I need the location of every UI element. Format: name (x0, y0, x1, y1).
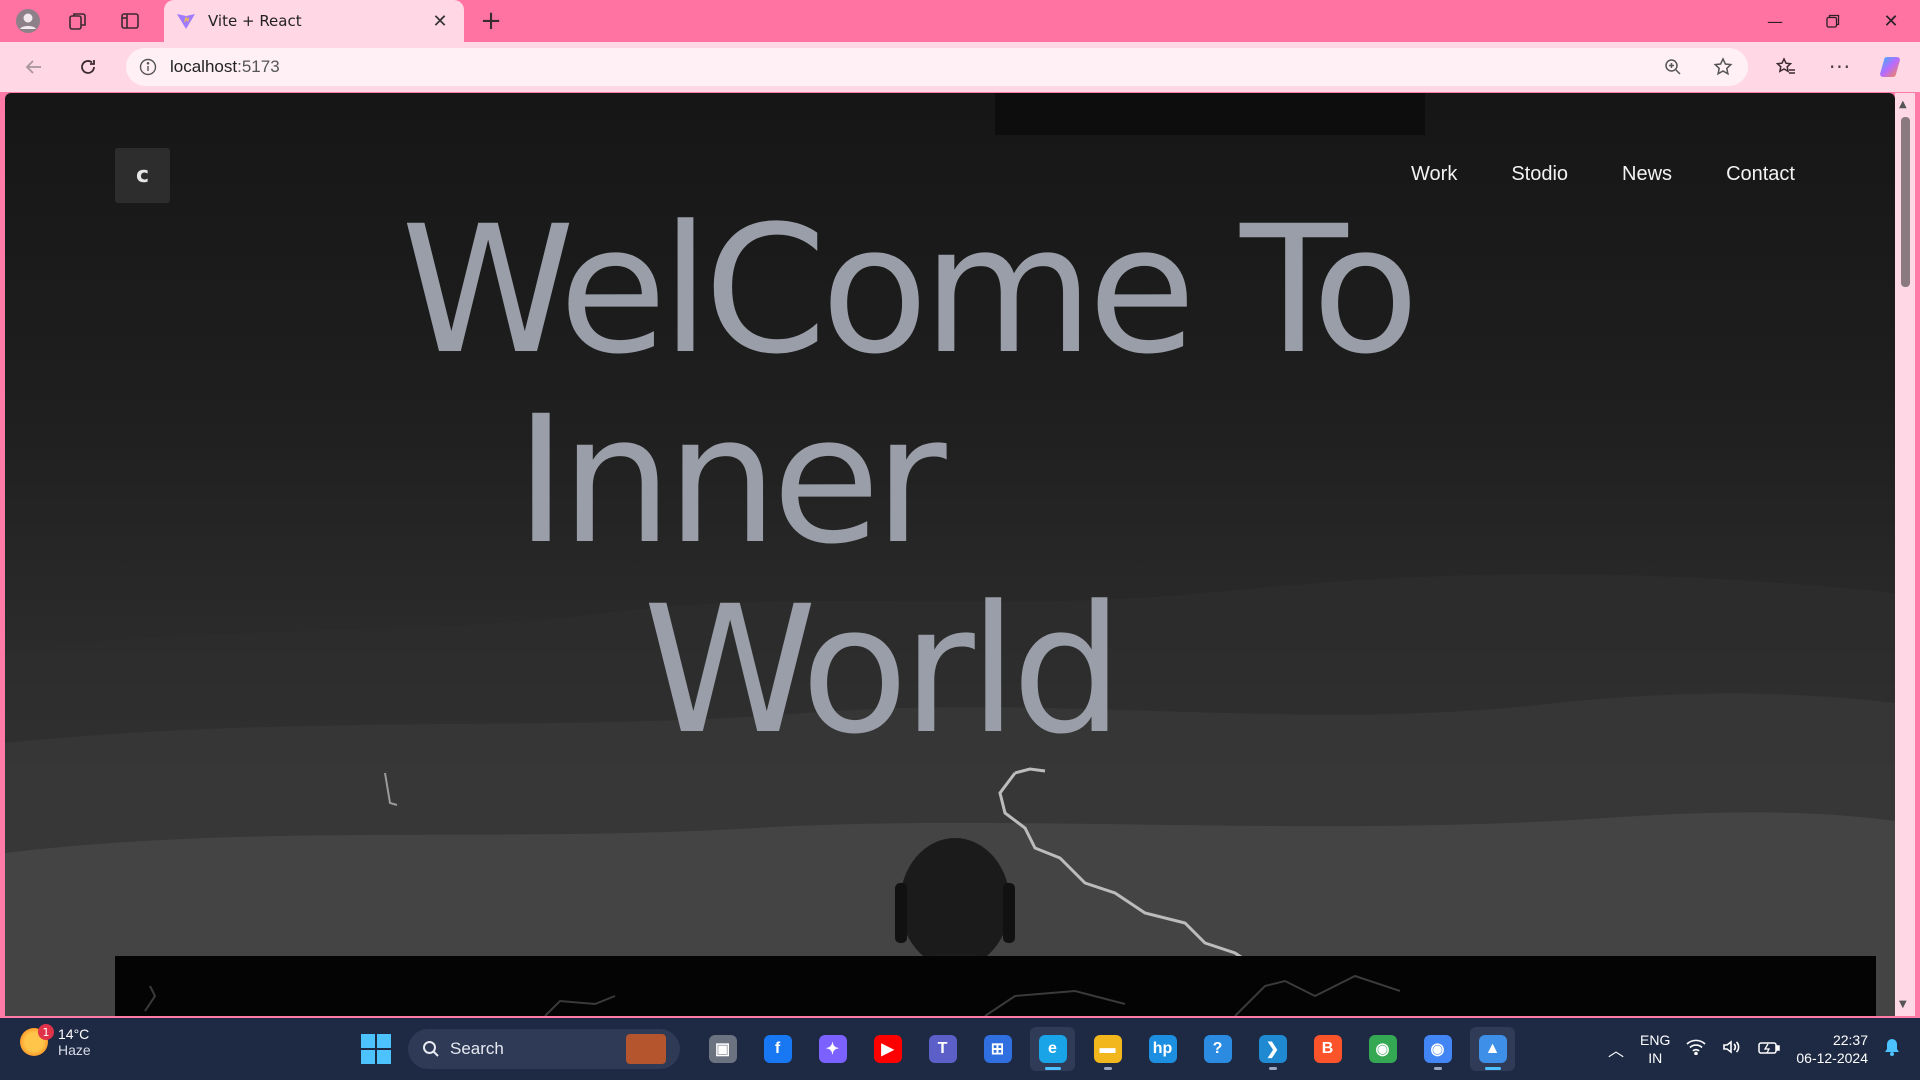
youtube-icon: ▶ (873, 1035, 902, 1063)
site-logo[interactable]: c (115, 148, 170, 203)
volume-icon[interactable] (1722, 1039, 1742, 1059)
collections-icon[interactable] (56, 5, 100, 37)
page-scrollbar[interactable]: ▲ ▼ (1895, 93, 1915, 1016)
copilot-app[interactable]: ✦ (810, 1027, 855, 1071)
chrome-profile-app[interactable]: ◉ (1415, 1027, 1460, 1071)
system-tray: ︿ ENG IN 22:37 06-12-2024 (1608, 1026, 1900, 1072)
help-icon: ? (1203, 1035, 1232, 1063)
nav-link-news[interactable]: News (1622, 163, 1672, 186)
clock-date: 06-12-2024 (1796, 1050, 1868, 1066)
browser-toolbar: localhost:5173 ··· (0, 42, 1920, 92)
task-view-app[interactable]: ▣ (700, 1027, 745, 1071)
chrome-profile-icon: ◉ (1423, 1035, 1452, 1063)
windows-start-icon[interactable] (354, 1027, 398, 1071)
myhp-app[interactable]: hp (1140, 1027, 1185, 1071)
running-indicator (1044, 1067, 1061, 1070)
help-app[interactable]: ? (1195, 1027, 1240, 1071)
scroll-down-icon[interactable]: ▼ (1899, 999, 1907, 1010)
weather-widget[interactable]: 1 14°C Haze (20, 1024, 91, 1058)
site-navigation: Work Stodio News Contact (1411, 163, 1795, 186)
edge-browser-icon: e (1038, 1035, 1067, 1063)
bottom-panel-outline-art (144, 974, 1401, 1016)
photos-icon: ▲ (1478, 1035, 1507, 1063)
photos-app[interactable]: ▲ (1470, 1027, 1515, 1071)
page-viewport: c Work Stodio News Contact WelCome To In… (5, 93, 1895, 1016)
tab-close-icon[interactable]: ✕ (428, 11, 452, 32)
vscode-icon: ❯ (1258, 1035, 1287, 1063)
favorite-star-icon[interactable] (1698, 57, 1748, 77)
clock-time: 22:37 (1832, 1032, 1868, 1048)
nav-link-stodio[interactable]: Stodio (1511, 163, 1568, 186)
refresh-icon[interactable] (70, 50, 106, 84)
taskbar-search[interactable]: Search (408, 1029, 680, 1069)
taskbar-search-label: Search (450, 1039, 504, 1058)
notification-bell-icon[interactable] (1884, 1038, 1900, 1060)
notification-badge: 1 (38, 1024, 54, 1040)
wifi-icon[interactable] (1686, 1039, 1706, 1059)
header-image-strip (995, 93, 1425, 135)
brave-browser-icon: B (1313, 1035, 1342, 1063)
vite-logo-icon (176, 11, 196, 31)
microsoft-store-app[interactable]: ⊞ (975, 1027, 1020, 1071)
file-explorer-icon: ▬ (1093, 1035, 1122, 1063)
task-view-icon: ▣ (708, 1035, 737, 1063)
system-clock[interactable]: 22:37 06-12-2024 (1796, 1031, 1868, 1067)
running-indicator (1268, 1067, 1277, 1070)
browser-tab-active[interactable]: Vite + React ✕ (164, 0, 464, 42)
language-indicator[interactable]: ENG IN (1640, 1031, 1670, 1067)
new-tab-icon[interactable]: + (469, 5, 513, 37)
copilot-icon[interactable] (1874, 50, 1910, 84)
zoom-icon[interactable] (1648, 58, 1698, 76)
address-bar[interactable]: localhost:5173 (126, 48, 1748, 86)
chrome-app[interactable]: ◉ (1360, 1027, 1405, 1071)
running-indicator (1484, 1067, 1501, 1070)
chrome-icon: ◉ (1368, 1035, 1397, 1063)
favorites-icon[interactable] (1768, 50, 1804, 84)
nav-link-contact[interactable]: Contact (1726, 163, 1795, 186)
hero-heading-line-1: WelCome To (401, 188, 1419, 393)
vscode-app[interactable]: ❯ (1250, 1027, 1295, 1071)
profile-icon[interactable] (6, 5, 50, 37)
file-explorer-app[interactable]: ▬ (1085, 1027, 1130, 1071)
facebook-app[interactable]: f (755, 1027, 800, 1071)
tab-title: Vite + React (208, 12, 302, 30)
youtube-app[interactable]: ▶ (865, 1027, 910, 1071)
scrollbar-thumb[interactable] (1901, 117, 1910, 287)
battery-icon[interactable] (1758, 1040, 1781, 1059)
hero-heading-line-2: Inner (515, 378, 947, 583)
bottom-section-panel (115, 956, 1876, 1016)
back-arrow-icon[interactable] (16, 50, 52, 84)
vertical-tabs-icon[interactable] (108, 5, 152, 37)
facebook-icon: f (763, 1035, 792, 1063)
fireplace-highlight-icon (626, 1034, 666, 1064)
search-icon (423, 1041, 439, 1057)
copilot-icon: ✦ (818, 1035, 847, 1063)
restore-icon[interactable] (1804, 0, 1862, 42)
windows-taskbar: 1 14°C Haze Search ▣ f ✦ ▶ T ⊞ e ▬ hp? ❯ B ◉ ◉ ▲ ︿ EN… (0, 1018, 1920, 1080)
weather-condition: Haze (58, 1042, 91, 1058)
pinned-apps: ▣ f ✦ ▶ T ⊞ e ▬ hp? ❯ B ◉ ◉ ▲ (700, 1027, 1515, 1071)
teams-icon: T (928, 1035, 957, 1063)
minimize-icon[interactable]: — (1746, 0, 1804, 42)
weather-haze-icon: 1 (20, 1024, 54, 1056)
site-info-icon[interactable] (126, 58, 170, 76)
edge-browser-app[interactable]: e (1030, 1027, 1075, 1071)
show-hidden-icons-chevron-icon[interactable]: ︿ (1608, 1037, 1624, 1061)
logo-letter: c (135, 163, 150, 188)
hero-heading-line-3: World (643, 568, 1123, 773)
running-indicator (1103, 1067, 1112, 1070)
more-options-icon[interactable]: ··· (1822, 50, 1858, 84)
teams-app[interactable]: T (920, 1027, 965, 1071)
brave-browser-app[interactable]: B (1305, 1027, 1350, 1071)
myhp-icon: hp (1148, 1035, 1177, 1063)
browser-tab-strip: Vite + React ✕ + — ✕ (0, 0, 1920, 42)
running-indicator (1433, 1067, 1442, 1070)
weather-temperature: 14°C (58, 1026, 90, 1042)
address-url[interactable]: localhost:5173 (170, 57, 1648, 77)
microsoft-store-icon: ⊞ (983, 1035, 1012, 1063)
scroll-up-icon[interactable]: ▲ (1899, 99, 1907, 110)
close-window-icon[interactable]: ✕ (1862, 0, 1920, 42)
taskbar-center: Search ▣ f ✦ ▶ T ⊞ e ▬ hp? ❯ B ◉ ◉ ▲ (354, 1027, 1515, 1071)
nav-link-work[interactable]: Work (1411, 163, 1457, 186)
